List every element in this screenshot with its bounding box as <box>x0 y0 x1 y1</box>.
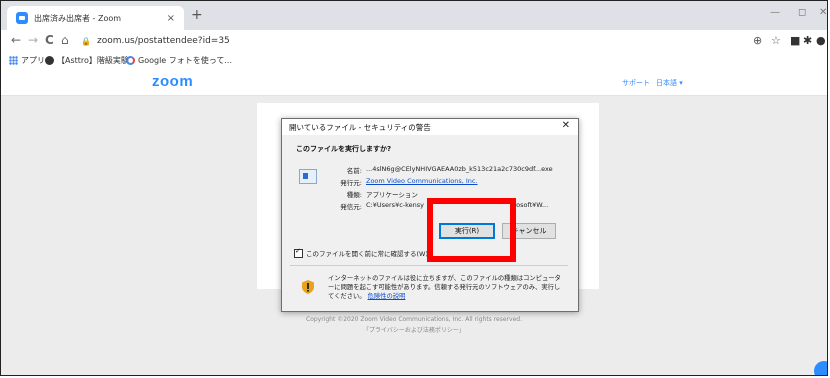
restore-button[interactable]: ◻ <box>798 7 806 18</box>
browser-toolbar: ← → C ⌂ 🔒 zoom.us/postattendee?id=35 ⊕ ☆… <box>1 30 827 52</box>
security-shield-icon <box>302 280 314 294</box>
warning-section: インターネットのファイルは役に立ちますが、このファイルの種類はコンピューターに問… <box>290 265 568 306</box>
tab-close-icon[interactable]: × <box>167 13 175 24</box>
source-label: 発信元: <box>340 203 362 211</box>
bookmark-label: 【Asttro】階級実験 <box>57 56 129 65</box>
back-button[interactable]: ← <box>11 33 21 47</box>
profile-icon[interactable]: ● <box>816 34 826 47</box>
risk-explanation-link[interactable]: 危険性の説明 <box>368 293 406 300</box>
dialog-close-icon[interactable]: ✕ <box>562 120 570 131</box>
privacy-policy-link[interactable]: 「プライバシーおよび法務ポリシー」 <box>1 325 827 334</box>
tab-strip: 出席済み出席者 - Zoom × + — ◻ ✕ <box>1 1 827 30</box>
always-ask-checkbox[interactable] <box>294 247 303 258</box>
dialog-titlebar: 開いているファイル - セキュリティの警告 ✕ <box>282 119 578 135</box>
highlight-box <box>427 198 516 262</box>
type-value: アプリケーション <box>366 191 418 199</box>
type-label: 種類: <box>346 191 362 199</box>
name-value: ...4slN6g@CElyNHIVGAEAA0zb_k513c21a2c730… <box>366 165 553 173</box>
publisher-label: 発行元: <box>340 179 362 187</box>
reload-button[interactable]: C <box>45 33 54 47</box>
new-tab-button[interactable]: + <box>191 7 203 23</box>
bookmark-label: Google フォトを使って... <box>138 56 232 65</box>
chat-bubble-icon[interactable] <box>814 361 827 375</box>
always-ask-label: このファイルを開く前に常に確認する(W) <box>306 250 428 258</box>
bookmark-asttro[interactable]: 【Asttro】階級実験 <box>45 55 129 66</box>
publisher-link[interactable]: Zoom Video Communications, Inc. <box>366 177 478 185</box>
forward-button[interactable]: → <box>28 33 38 47</box>
zoom-header: zoom サポート 日本語 ▾ <box>1 69 827 96</box>
language-selector[interactable]: 日本語 ▾ <box>656 78 683 88</box>
always-ask-checkbox-row[interactable]: このファイルを開く前に常に確認する(W) <box>294 247 428 258</box>
minimize-button[interactable]: — <box>770 7 780 18</box>
support-link[interactable]: サポート <box>622 78 650 88</box>
bookmark-star-icon[interactable]: ☆ <box>771 34 781 47</box>
extension-icon[interactable]: ■ <box>790 34 800 47</box>
lock-icon: 🔒 <box>81 36 91 46</box>
url-text[interactable]: zoom.us/postattendee?id=35 <box>97 36 230 46</box>
bookmark-label: アプリ <box>21 56 45 65</box>
warning-text: インターネットのファイルは役に立ちますが、このファイルの種類はコンピューターに問… <box>328 275 561 300</box>
copyright-text: Copyright ©2020 Zoom Video Communication… <box>306 316 522 323</box>
browser-tab[interactable]: 出席済み出席者 - Zoom × <box>7 6 184 30</box>
bookmark-google-photos[interactable]: Google フォトを使って... <box>126 55 232 66</box>
source-value: C:¥Users¥c-kensy <box>366 201 425 209</box>
zoom-lens-icon[interactable]: ⊕ <box>753 34 762 47</box>
zoom-favicon-icon <box>16 12 28 24</box>
warning-text-block: インターネットのファイルは役に立ちますが、このファイルの種類はコンピューターに問… <box>328 274 564 301</box>
address-bar[interactable]: 🔒 zoom.us/postattendee?id=35 <box>81 33 741 49</box>
google-icon <box>126 56 135 65</box>
apps-grid-icon <box>9 56 18 65</box>
home-button[interactable]: ⌂ <box>61 33 69 47</box>
run-question: このファイルを実行しますか? <box>296 145 392 153</box>
zoom-logo[interactable]: zoom <box>152 73 193 90</box>
dialog-title: 開いているファイル - セキュリティの警告 <box>289 123 431 132</box>
bookmark-apps[interactable]: アプリ <box>9 55 45 66</box>
bookmarks-bar: アプリ 【Asttro】階級実験 Google フォトを使って... <box>1 52 827 70</box>
puzzle-icon[interactable]: ✱ <box>803 34 812 47</box>
name-label: 名前: <box>346 167 362 175</box>
window-close-button[interactable]: ✕ <box>819 7 827 18</box>
tab-title: 出席済み出席者 - Zoom <box>34 13 122 23</box>
browser-window: 出席済み出席者 - Zoom × + — ◻ ✕ ← → C ⌂ 🔒 zoom.… <box>0 0 828 376</box>
globe-icon <box>45 56 54 65</box>
